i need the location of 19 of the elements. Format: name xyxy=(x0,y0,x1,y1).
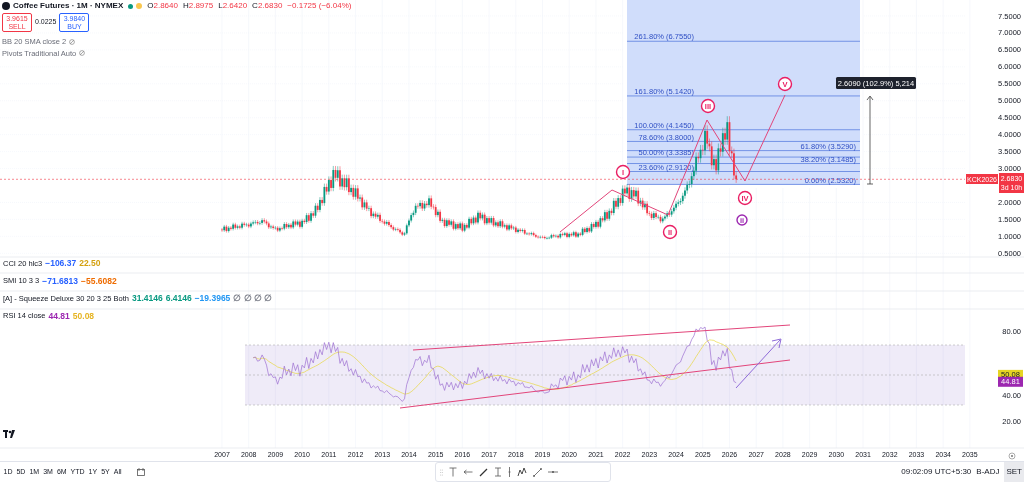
ohlc-value: L2.6420 xyxy=(218,2,248,10)
indicator-value: 6.4146 xyxy=(165,294,192,303)
ohlc-value: C2.6830 xyxy=(252,2,283,10)
indicator-value: −106.37 xyxy=(45,259,77,268)
adjustment-button[interactable]: B-ADJ xyxy=(976,466,1000,478)
price-change: −0.1725 (−6.04%) xyxy=(287,2,352,10)
indicator-value: 31.4146 xyxy=(131,294,163,303)
indicator-value: 44.81 xyxy=(48,311,70,320)
indicator-value: 22.50 xyxy=(79,259,101,268)
indicator-value: ∅ ∅ ∅ ∅ xyxy=(233,294,273,303)
indicator-value: −55.6082 xyxy=(81,276,117,285)
symbol-title[interactable]: Coffee Futures · 1M · NYMEX xyxy=(13,2,124,10)
indicator-value: 50.08 xyxy=(72,311,95,320)
indicator-value: −19.3965 xyxy=(194,294,231,303)
ohlc-value: H2.8975 xyxy=(182,2,214,10)
ohlc-value: O2.8640 xyxy=(147,2,178,10)
session-button[interactable]: SET xyxy=(1004,462,1024,482)
clock-label[interactable]: 09:02:09 UTC+5:30 xyxy=(901,466,972,478)
indicator-value: −71.6813 xyxy=(42,276,78,285)
